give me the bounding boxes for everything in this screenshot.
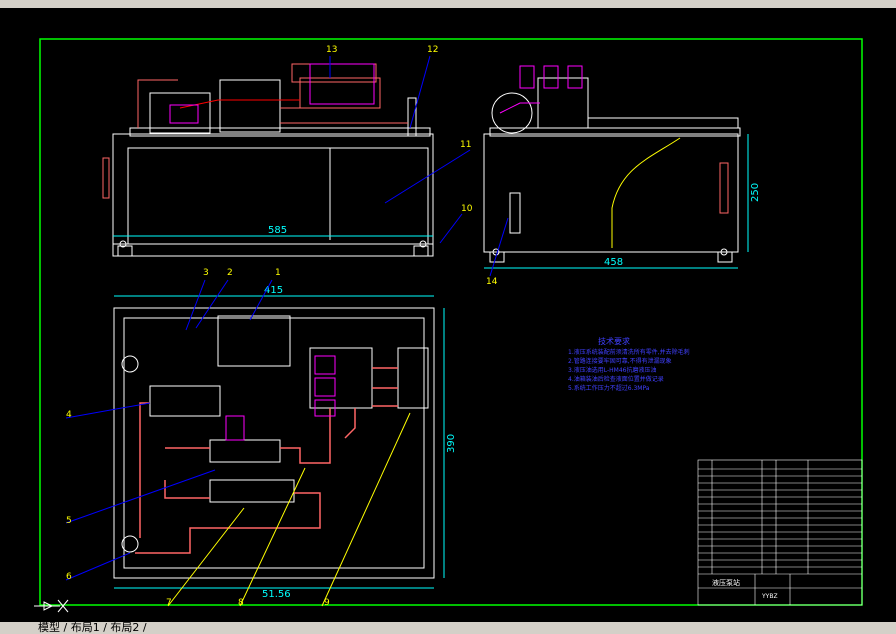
dim-plan-bottom: 51.56 (262, 589, 291, 600)
ucs-icon (34, 599, 69, 613)
layout-tabs-label[interactable]: 模型 / 布局1 / 布局2 / (0, 621, 147, 634)
plan-view-hydraulic (225, 355, 336, 441)
side-view-hydraulic (499, 65, 583, 114)
dim-side-width: 458 (604, 257, 623, 268)
dim-plan-height: 390 (446, 434, 457, 453)
callout-9: 9 (324, 598, 330, 608)
title-block-drawing-no: YYBZ (761, 593, 778, 600)
dim-plan-width: 415 (264, 285, 283, 296)
tech-note-4: 4.油箱装油后检查液面位置并做记录 (568, 375, 664, 383)
callout-5: 5 (66, 516, 72, 526)
callout-2: 2 (227, 268, 233, 278)
plan-view (113, 307, 435, 579)
callout-4: 4 (66, 410, 72, 420)
callout-14: 14 (486, 277, 498, 287)
drawing-frame (39, 38, 863, 606)
cad-drawing-canvas[interactable]: 585 458 250 415 390 51.56 13 12 11 10 14… (0, 8, 896, 622)
callout-13: 13 (326, 45, 337, 55)
tech-note-5: 5.系统工作压力不超过6.3MPa (568, 384, 650, 392)
callout-10: 10 (461, 204, 473, 214)
callout-7: 7 (166, 598, 172, 608)
layout-tabs[interactable]: 模型 / 布局1 / 布局2 / (0, 622, 896, 634)
tech-note-title: 技术要求 (598, 336, 630, 346)
callout-3: 3 (203, 268, 209, 278)
dimension-labels: 585 458 250 415 390 51.56 (262, 183, 761, 600)
tech-note-3: 3.液压油选用L-HM46抗磨液压油 (568, 366, 656, 374)
tech-notes: 技术要求 1.液压系统装配前须清洗所有零件,并去除毛刺 2.管路连接要牢固可靠,… (568, 336, 690, 392)
tech-note-1: 1.液压系统装配前须清洗所有零件,并去除毛刺 (568, 348, 690, 356)
callout-12: 12 (427, 45, 438, 55)
title-block-title: 液压泵站 (712, 578, 740, 587)
callout-1: 1 (275, 268, 281, 278)
callouts: 13 12 11 10 14 1 2 3 4 5 6 7 8 9 (66, 45, 498, 608)
toolbar-strip (0, 0, 896, 8)
callout-8: 8 (238, 598, 244, 608)
dim-front-width: 585 (268, 225, 287, 236)
side-view-tank-curve (611, 137, 681, 248)
callout-11: 11 (460, 140, 471, 150)
dim-side-height: 250 (750, 183, 761, 202)
callout-6: 6 (66, 572, 72, 582)
tech-note-2: 2.管路连接要牢固可靠,不得有泄漏现象 (568, 357, 672, 365)
leader-lines-yellow (167, 412, 411, 607)
